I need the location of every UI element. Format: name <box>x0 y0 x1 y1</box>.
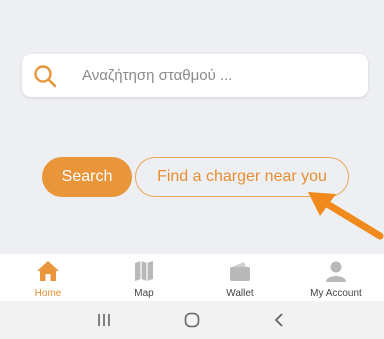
nav-label-home: Home <box>34 288 62 299</box>
station-search-box[interactable] <box>22 54 368 97</box>
system-back-button[interactable] <box>268 308 292 332</box>
nav-item-home[interactable]: Home <box>0 254 96 301</box>
recent-apps-icon <box>98 314 110 326</box>
recent-apps-button[interactable] <box>92 308 116 332</box>
home-icon <box>37 261 59 281</box>
back-icon <box>274 313 283 327</box>
nav-item-map[interactable]: Map <box>96 254 192 301</box>
search-button[interactable]: Search <box>42 157 132 197</box>
nav-item-my-account[interactable]: My Account <box>288 254 384 301</box>
station-search-input[interactable] <box>82 60 352 90</box>
pointer-arrow-icon <box>308 192 384 240</box>
bottom-nav: Home Map Wallet My Account <box>0 254 384 301</box>
system-home-button[interactable] <box>180 308 204 332</box>
system-nav-bar <box>0 301 384 339</box>
app-screen: Search Find a charger near you Home Map <box>0 0 384 339</box>
map-icon <box>135 261 153 281</box>
account-icon <box>326 261 346 282</box>
nav-label-map: Map <box>134 288 154 299</box>
nav-item-wallet[interactable]: Wallet <box>192 254 288 301</box>
wallet-icon <box>230 262 250 281</box>
search-icon <box>34 65 57 88</box>
nav-label-my-account: My Account <box>310 288 362 299</box>
home-circle-icon <box>184 312 200 328</box>
nav-label-wallet: Wallet <box>226 288 254 299</box>
